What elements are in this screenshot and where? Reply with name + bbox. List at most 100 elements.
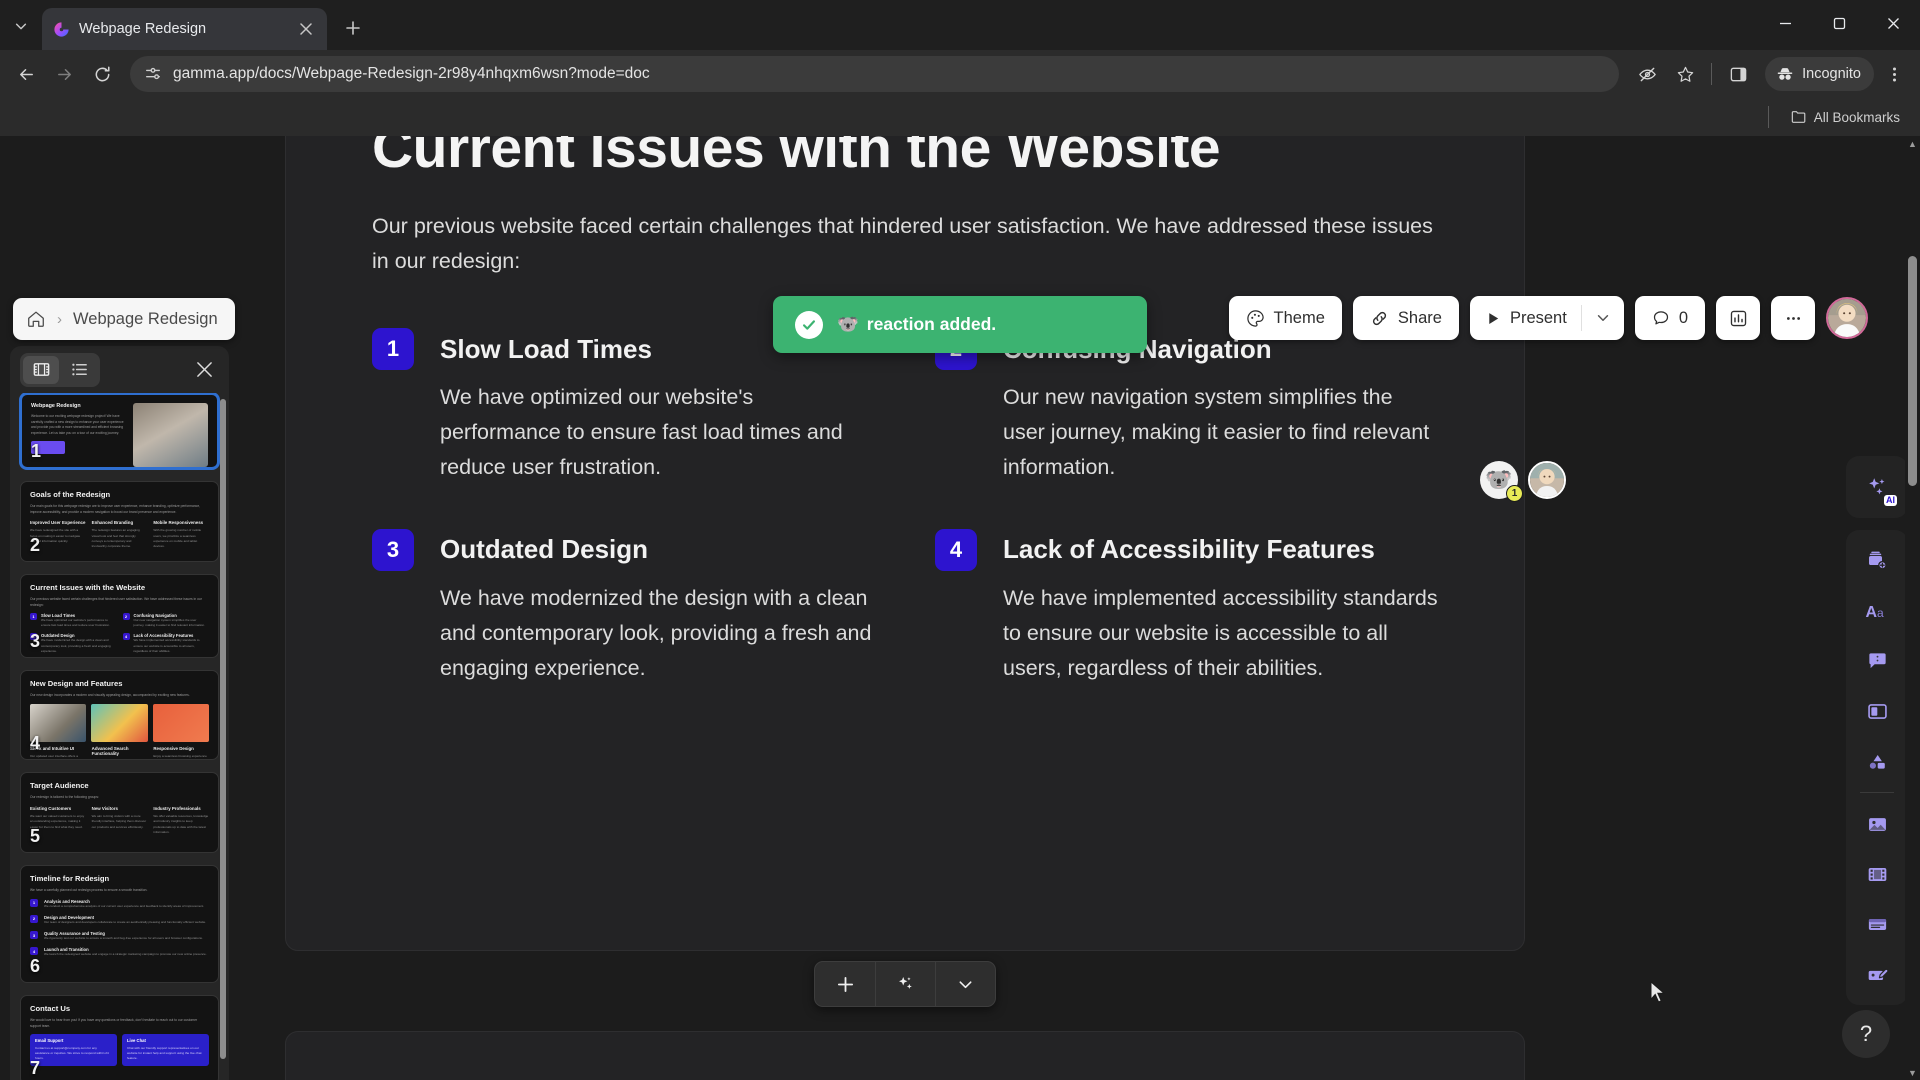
slide-thumbnail-5[interactable]: 5 Target Audience Our redesign is tailor… [20,772,219,853]
more-options-button[interactable] [1771,296,1815,340]
issue-item-3[interactable]: 3 Outdated Design We have modernized the… [372,528,875,685]
incognito-icon [1775,64,1795,84]
koala-reaction-avatar[interactable]: 🐨 1 [1480,461,1523,502]
step-badge: 1 [30,898,38,907]
present-options-button[interactable] [1582,310,1624,326]
theme-button[interactable]: Theme [1228,296,1342,340]
issue-body: We have modernized the design with a cle… [440,585,872,680]
column-text: Our updated user interface offers a slee… [30,754,78,759]
slide-thumbnail-7[interactable]: 7 Contact Us We would love to hear from … [20,995,219,1080]
collaborator-avatar[interactable] [1528,461,1566,499]
embed-icon[interactable] [1854,901,1900,947]
browser-tab[interactable]: Webpage Redesign [42,8,327,50]
breadcrumb-doc-title: Webpage Redesign [73,309,218,328]
callout-icon[interactable] [1854,638,1900,684]
present-label: Present [1509,308,1567,327]
scroll-down-arrow[interactable]: ▼ [1905,1065,1920,1080]
draw-icon[interactable] [1854,951,1900,997]
slide-card-current-issues[interactable]: Current Issues with the Website Our prev… [285,136,1525,951]
column-text: We aim to bring visitors with a more fri… [91,814,147,829]
scrollbar-thumb[interactable] [1908,256,1917,486]
thumbnail-body: Welcome to our exciting webpage redesign… [31,414,124,435]
slide-thumbnail-list[interactable]: 1 Webpage Redesign Welcome to our exciti… [10,393,229,1080]
folder-icon [1791,109,1807,125]
column-text: With the growing number of mobile users,… [153,528,202,549]
avatar[interactable] [1826,297,1868,339]
step-badge: 2 [30,914,38,923]
slide-card-new-design[interactable]: New Design and Features [285,1031,1525,1080]
slide-thumbnail-2[interactable]: 2 Goals of the Redesign Our main goals f… [20,481,219,562]
slide-number: 6 [30,956,41,976]
slide-thumbnail-3[interactable]: 3 Current Issues with the Website Our pr… [20,574,219,658]
slide-number: 5 [30,826,41,846]
browser-toolbar: gamma.app/docs/Webpage-Redesign-2r98y4nh… [0,50,1920,98]
step-badge: 3 [30,931,38,940]
insert-rail: AI Aa [1846,456,1908,1005]
forward-button[interactable] [46,56,82,92]
ai-sparkle-icon[interactable]: AI [1854,464,1900,510]
slide-number: 7 [30,1058,41,1078]
scroll-up-arrow[interactable]: ▲ [1905,136,1920,151]
filmstrip-view-icon[interactable] [23,355,59,384]
step-badge: 4 [30,947,38,956]
comments-button[interactable]: 0 [1634,296,1705,340]
chrome-menu-button[interactable] [1876,56,1912,92]
ai-label: AI [1884,495,1897,506]
slide-thumbnail-4[interactable]: 4 New Design and Features Our new design… [20,670,219,760]
thumbnail-title: Goals of the Redesign [30,490,111,499]
home-icon[interactable] [26,309,46,329]
all-bookmarks-button[interactable]: All Bookmarks [1783,105,1908,129]
thumbnail-title: Webpage Redesign [31,403,81,409]
help-button[interactable]: ? [1842,1010,1890,1058]
close-tab-icon[interactable] [295,18,317,40]
svg-text:A: A [1866,604,1878,621]
maximize-button[interactable] [1812,0,1866,46]
address-bar[interactable]: gamma.app/docs/Webpage-Redesign-2r98y4nh… [130,56,1620,92]
slide-panel-header [10,346,229,393]
thumbnail-issue: 1 Slow Load Times We have optimized our … [30,612,116,629]
panel-scrollbar-thumb[interactable] [220,399,226,1059]
add-card-icon[interactable] [1854,538,1900,584]
site-settings-icon[interactable] [144,65,162,83]
page-title: Current Issues with the Website [372,136,1221,180]
step-text: We launch the redesigned website and eng… [44,952,207,957]
breadcrumb-separator: › [57,310,62,328]
add-card-button[interactable] [815,962,875,1006]
outline-view-icon[interactable] [61,356,97,384]
page-scrollbar[interactable]: ▲ ▼ [1905,136,1920,1080]
tracking-protection-icon[interactable] [1629,56,1665,92]
video-icon[interactable] [1854,851,1900,897]
issue-item-4[interactable]: 4 Lack of Accessibility Features We have… [935,528,1438,685]
breadcrumb[interactable]: › Webpage Redesign [13,298,235,340]
incognito-profile-button[interactable]: Incognito [1765,57,1874,91]
thumbnail-issue: 2 Confusing Navigation Our new navigatio… [122,612,209,629]
column-heading: Enhanced Branding [91,519,134,525]
analytics-button[interactable] [1716,296,1760,340]
image-icon[interactable] [1854,801,1900,847]
slide-thumbnail-1[interactable]: 1 Webpage Redesign Welcome to our exciti… [20,393,219,469]
thumbnail-body: Our previous website faced certain chall… [30,597,202,607]
close-panel-icon[interactable] [189,355,219,385]
back-button[interactable] [8,56,44,92]
bookmark-star-icon[interactable] [1667,56,1703,92]
toast-message: 🐨 reaction added. [837,314,996,335]
shapes-icon[interactable] [1854,738,1900,784]
new-tab-button[interactable] [336,11,370,45]
mouse-cursor [1650,981,1667,1005]
check-circle-icon [795,310,823,339]
ai-generate-button[interactable] [875,962,935,1006]
tab-search-button[interactable] [4,9,38,43]
close-window-button[interactable] [1866,0,1920,46]
minimize-button[interactable] [1758,0,1812,46]
gamma-app-page: Current Issues with the Website Our prev… [0,136,1920,1080]
present-button[interactable]: Present [1470,309,1581,328]
slide-thumbnail-6[interactable]: 6 Timeline for Redesign We have a carefu… [20,865,219,983]
comment-count: 0 [1678,308,1688,327]
share-button[interactable]: Share [1352,296,1459,340]
thumbnail-column: Industry Professionals We offer valuable… [153,806,209,836]
layout-icon[interactable] [1854,688,1900,734]
reload-button[interactable] [84,56,120,92]
insert-more-button[interactable] [935,962,995,1006]
side-panel-icon[interactable] [1720,56,1756,92]
text-icon[interactable]: Aa [1854,588,1900,634]
